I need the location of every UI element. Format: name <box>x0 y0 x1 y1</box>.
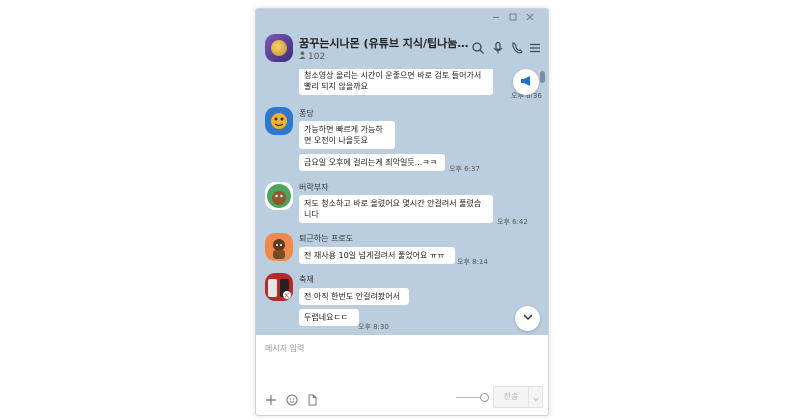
person-icon <box>299 51 306 62</box>
plus-icon[interactable] <box>265 391 277 405</box>
member-count-value: 102 <box>308 52 326 62</box>
avatar[interactable]: K <box>265 273 293 301</box>
minimize-icon[interactable] <box>489 12 503 26</box>
member-count[interactable]: 102 <box>299 51 325 62</box>
emoji-icon[interactable] <box>286 391 298 406</box>
message-bubble[interactable]: 전 재사용 10일 넘게걸려서 풀었어요 ㅠㅠ <box>299 247 455 264</box>
sender-name: 퐁당 <box>299 109 314 118</box>
message-bubble[interactable]: 두렵네요ㄷㄷ <box>299 309 359 326</box>
opacity-slider-handle[interactable] <box>480 393 489 402</box>
menu-icon[interactable] <box>528 40 542 54</box>
file-icon[interactable] <box>306 391 318 406</box>
announcement-button[interactable] <box>513 69 539 95</box>
maximize-icon[interactable] <box>506 12 520 26</box>
phone-icon[interactable] <box>510 40 524 54</box>
sender-name: 퇴근하는 프로도 <box>299 234 354 243</box>
message-time: 오후 6:42 <box>497 218 528 226</box>
message-time: 오후 8:30 <box>358 323 389 331</box>
chat-room-title[interactable]: 꿈꾸는시나몬 (유튜브 지식/팁나눔, 토크... <box>299 35 471 51</box>
title-bar <box>256 9 548 29</box>
microphone-icon[interactable] <box>491 40 505 54</box>
search-icon[interactable] <box>471 40 485 54</box>
sender-name: 축재 <box>299 275 314 284</box>
close-icon[interactable] <box>523 12 537 26</box>
chevron-down-icon <box>532 388 540 407</box>
chevron-down-icon <box>521 309 535 328</box>
send-label: 전송 <box>494 387 529 407</box>
message-time: 오후 8:14 <box>457 258 488 266</box>
chat-window: 꿈꾸는시나몬 (유튜브 지식/팁나눔, 토크... 102 청소영상 올리는 시… <box>255 8 549 416</box>
megaphone-icon <box>519 73 533 92</box>
avatar[interactable] <box>265 182 293 210</box>
chat-room-avatar[interactable] <box>265 34 293 62</box>
message-bubble[interactable]: 청소영상 올리는 시간이 운좋으면 바로 검토 들어가서 빨리 되지 않을까요 <box>299 69 493 95</box>
sender-name: 버락부자 <box>299 183 329 192</box>
scroll-to-bottom-button[interactable] <box>515 306 540 331</box>
scrollbar-thumb[interactable] <box>540 71 545 83</box>
chat-header: 꿈꾸는시나몬 (유튜브 지식/팁나눔, 토크... 102 <box>256 31 548 71</box>
message-composer: 메시지 입력 전송 <box>256 335 548 415</box>
message-bubble[interactable]: 전 아직 한번도 안걸려봤어서 <box>299 288 409 305</box>
message-bubble[interactable]: 가능하면 빠르게 가능하면 오전이 나을듯요 <box>299 121 395 149</box>
message-bubble[interactable]: 저도 청소하고 바로 올렸어요 몇시간 안걸려서 풀렸습니다 <box>299 195 493 223</box>
avatar[interactable] <box>265 233 293 261</box>
message-input[interactable]: 메시지 입력 <box>265 343 304 354</box>
message-time: 오후 6:37 <box>449 165 480 173</box>
message-list[interactable]: 청소영상 올리는 시간이 운좋으면 바로 검토 들어가서 빨리 되지 않을까요 … <box>256 69 548 341</box>
send-button[interactable]: 전송 <box>493 386 543 408</box>
message-bubble[interactable]: 금요일 오후에 걸리는게 최악일듯...ㅋㅋ <box>299 154 445 171</box>
send-options-button[interactable] <box>529 387 542 407</box>
avatar[interactable] <box>265 107 293 135</box>
